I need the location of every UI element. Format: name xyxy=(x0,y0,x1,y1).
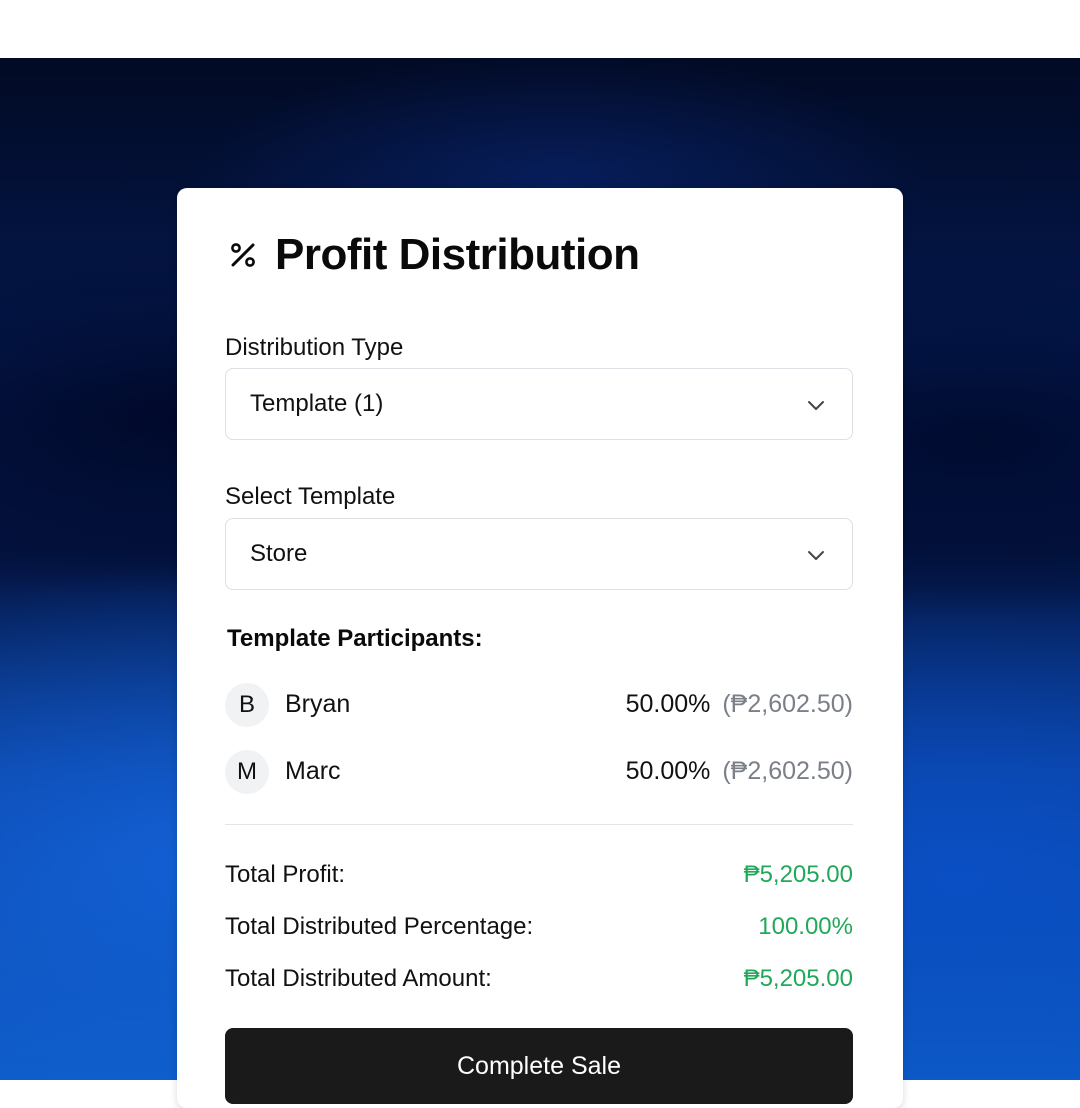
participant-row: M Marc 50.00% (₱2,602.50) xyxy=(225,750,853,794)
total-amount-value: ₱5,205.00 xyxy=(743,965,853,992)
select-template-value: Store xyxy=(250,540,308,567)
distribution-type-value: Template (1) xyxy=(250,390,384,417)
total-profit-label: Total Profit: xyxy=(225,861,346,888)
participant-share: 50.00% (₱2,602.50) xyxy=(626,757,853,786)
participant-name: Bryan xyxy=(285,690,351,718)
total-percentage-value: 100.00% xyxy=(758,913,853,940)
participants-heading: Template Participants: xyxy=(227,625,483,652)
total-percentage-label: Total Distributed Percentage: xyxy=(225,913,534,940)
participant-percentage: 50.00% xyxy=(625,690,711,718)
participant-name: Marc xyxy=(285,757,341,785)
avatar: B xyxy=(225,683,269,727)
participant-row: B Bryan 50.00% (₱2,602.50) xyxy=(225,683,853,727)
participant-percentage: 50.00% xyxy=(625,757,711,785)
participant-share: 50.00% (₱2,602.50) xyxy=(626,690,853,719)
participant-amount: (₱2,602.50) xyxy=(722,757,853,785)
participant-amount: (₱2,602.50) xyxy=(722,690,853,718)
complete-sale-button[interactable]: Complete Sale xyxy=(225,1028,853,1104)
avatar: M xyxy=(225,750,269,794)
chevron-down-icon xyxy=(806,394,826,414)
card-header: Profit Distribution xyxy=(225,230,640,280)
page-title: Profit Distribution xyxy=(275,230,640,279)
top-bar xyxy=(0,0,1080,58)
distribution-type-select[interactable]: Template (1) xyxy=(225,368,853,440)
distribution-type-label: Distribution Type xyxy=(225,334,404,361)
percent-icon xyxy=(225,237,261,273)
select-template-label: Select Template xyxy=(225,483,396,510)
select-template-select[interactable]: Store xyxy=(225,518,853,590)
total-amount-label: Total Distributed Amount: xyxy=(225,965,492,992)
chevron-down-icon xyxy=(806,544,826,564)
total-profit-value: ₱5,205.00 xyxy=(743,861,853,888)
divider xyxy=(225,824,853,825)
profit-distribution-card: Profit Distribution Distribution Type Te… xyxy=(177,188,903,1108)
